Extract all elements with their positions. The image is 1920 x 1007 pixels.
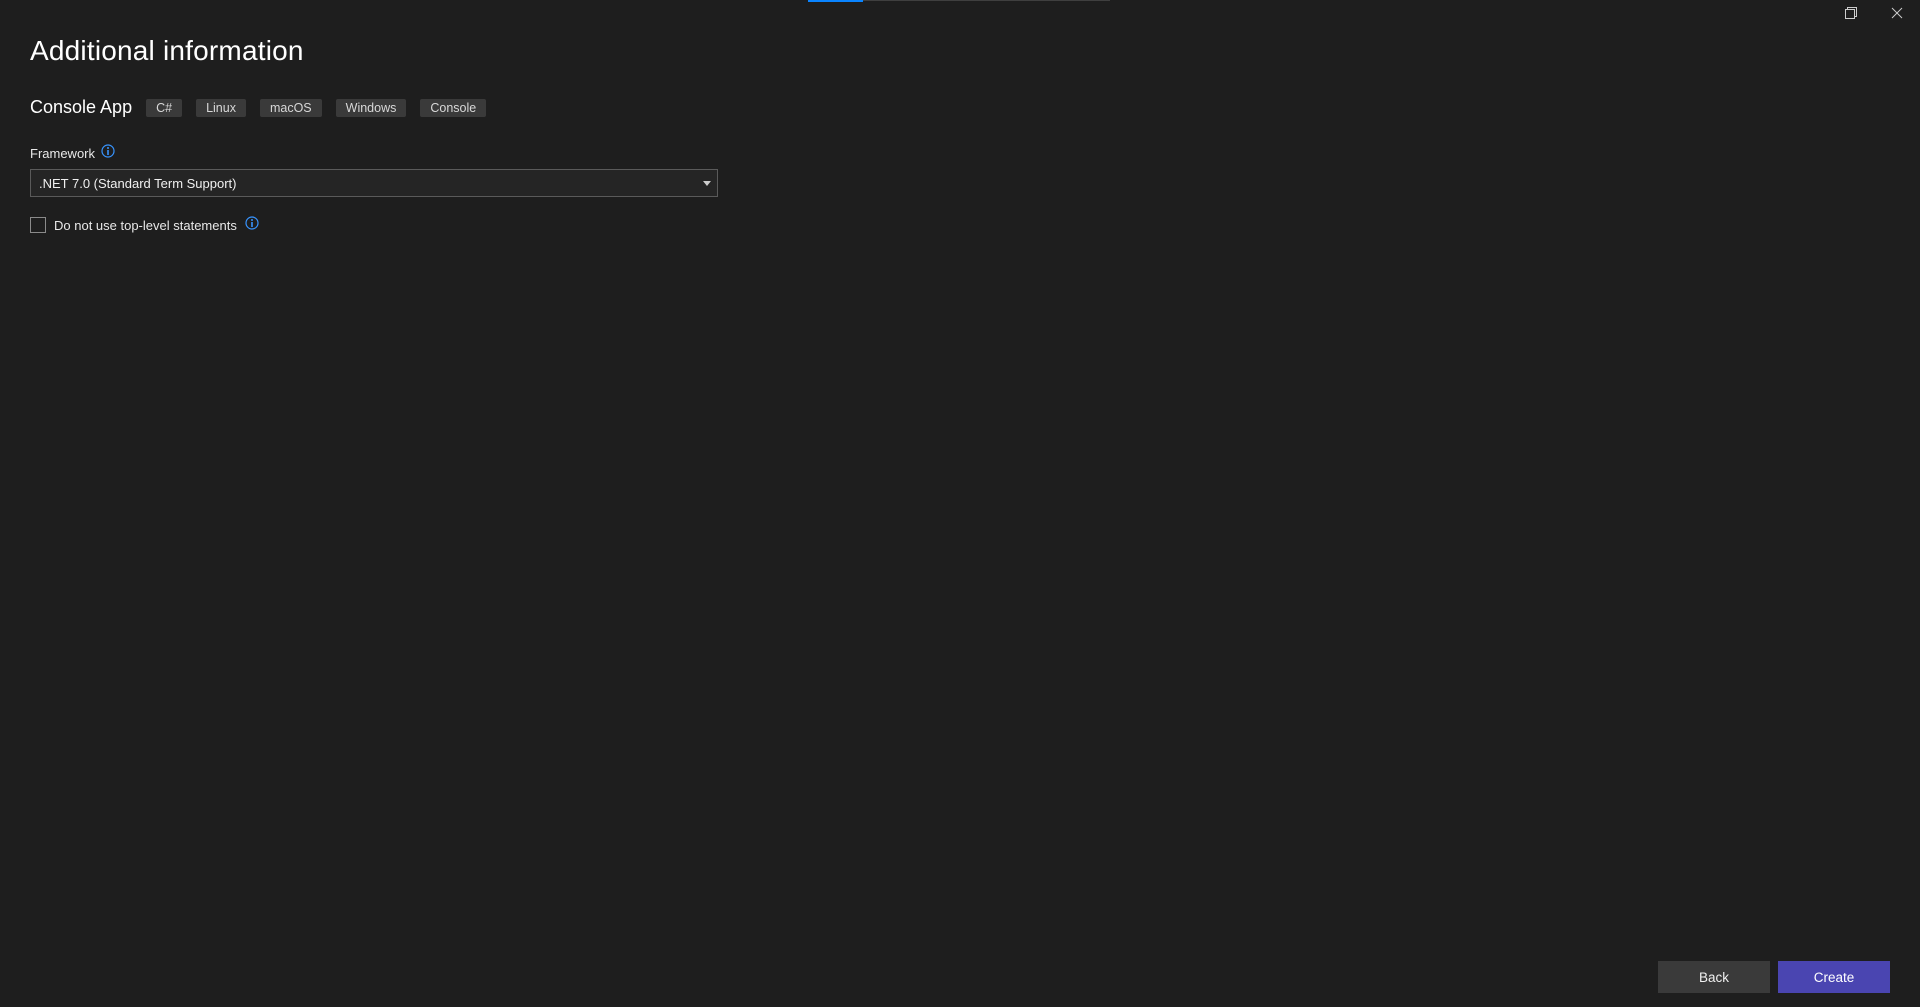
project-type-row: Console App C# Linux macOS Windows Conso… xyxy=(30,97,1890,118)
tag-platform-macos: macOS xyxy=(260,99,322,117)
top-level-statements-label: Do not use top-level statements xyxy=(54,218,237,233)
back-button[interactable]: Back xyxy=(1658,961,1770,993)
restore-icon xyxy=(1845,6,1857,24)
close-icon xyxy=(1891,6,1903,24)
tag-platform-linux: Linux xyxy=(196,99,246,117)
window-restore-button[interactable] xyxy=(1828,0,1874,30)
framework-label-row: Framework xyxy=(30,146,1890,161)
framework-select[interactable]: .NET 7.0 (Standard Term Support) xyxy=(30,169,718,197)
framework-select-value: .NET 7.0 (Standard Term Support) xyxy=(39,176,237,191)
progress-track xyxy=(863,0,1110,1)
info-icon xyxy=(245,216,259,235)
titlebar xyxy=(1828,0,1920,30)
info-icon xyxy=(101,144,115,163)
create-button[interactable]: Create xyxy=(1778,961,1890,993)
project-type-name: Console App xyxy=(30,97,132,118)
tag-platform-windows: Windows xyxy=(336,99,407,117)
footer-buttons: Back Create xyxy=(1658,961,1890,993)
framework-label: Framework xyxy=(30,146,95,161)
top-level-statements-checkbox[interactable] xyxy=(30,217,46,233)
main-content: Additional information Console App C# Li… xyxy=(30,35,1890,233)
framework-info-button[interactable] xyxy=(101,147,115,161)
progress-accent xyxy=(808,0,863,2)
top-level-statements-row: Do not use top-level statements xyxy=(30,217,1890,233)
tag-apptype: Console xyxy=(420,99,486,117)
page-title: Additional information xyxy=(30,35,1890,67)
top-level-statements-info-button[interactable] xyxy=(245,218,259,232)
chevron-down-icon xyxy=(703,174,711,192)
tag-language: C# xyxy=(146,99,182,117)
window-close-button[interactable] xyxy=(1874,0,1920,30)
